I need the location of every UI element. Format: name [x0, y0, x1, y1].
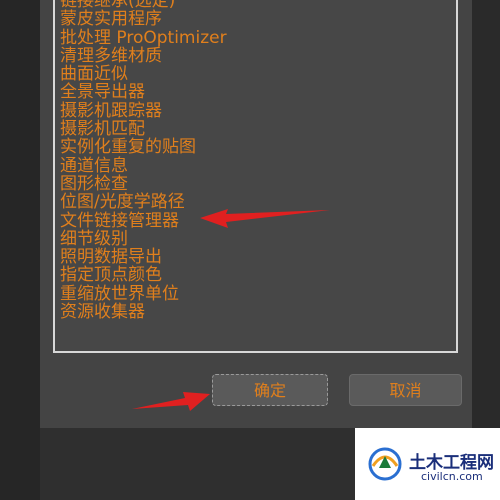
list-item-shape-check[interactable]: 图形检查 — [60, 175, 227, 194]
right-background — [472, 0, 500, 500]
list-item-assign-vertex-colors[interactable]: 指定顶点颜色 — [60, 266, 227, 285]
site-watermark: 土木工程网 civilcn.com — [355, 428, 500, 500]
list-item-rescale-world-units[interactable]: 重缩放世界单位 — [60, 284, 227, 303]
ok-button[interactable]: 确定 — [212, 374, 328, 406]
list-item-bitmap-photometric-paths[interactable]: 位图/光度学路径 — [60, 193, 227, 212]
utility-list: 链接继承(选定) 蒙皮实用程序 批处理 ProOptimizer 清理多维材质 … — [60, 0, 227, 321]
list-item-clean-multimaterial[interactable]: 清理多维材质 — [60, 47, 227, 66]
list-item-level-of-detail[interactable]: 细节级别 — [60, 230, 227, 249]
list-item-panorama-exporter[interactable]: 全景导出器 — [60, 83, 227, 102]
list-item-lighting-data-export[interactable]: 照明数据导出 — [60, 248, 227, 267]
left-background — [0, 0, 40, 500]
list-item-instance-duplicate-maps[interactable]: 实例化重复的贴图 — [60, 138, 227, 157]
cancel-button[interactable]: 取消 — [349, 374, 462, 406]
screenshot-stage: 链接继承(选定) 蒙皮实用程序 批处理 ProOptimizer 清理多维材质 … — [0, 0, 500, 500]
list-item-camera-tracker[interactable]: 摄影机跟踪器 — [60, 101, 227, 120]
watermark-logo-icon — [368, 447, 402, 481]
watermark-subtitle: civilcn.com — [421, 470, 483, 483]
list-item-resource-collector[interactable]: 资源收集器 — [60, 303, 227, 322]
list-item-batch-prooptimizer[interactable]: 批处理 ProOptimizer — [60, 28, 227, 47]
list-item-channel-info[interactable]: 通道信息 — [60, 156, 227, 175]
list-item-file-link-manager[interactable]: 文件链接管理器 — [60, 211, 227, 230]
list-item-camera-match[interactable]: 摄影机匹配 — [60, 120, 227, 139]
utility-list-box[interactable]: 链接继承(选定) 蒙皮实用程序 批处理 ProOptimizer 清理多维材质 … — [53, 0, 458, 353]
list-item-surface-approximation[interactable]: 曲面近似 — [60, 65, 227, 84]
list-item-skin-utilities[interactable]: 蒙皮实用程序 — [60, 10, 227, 29]
